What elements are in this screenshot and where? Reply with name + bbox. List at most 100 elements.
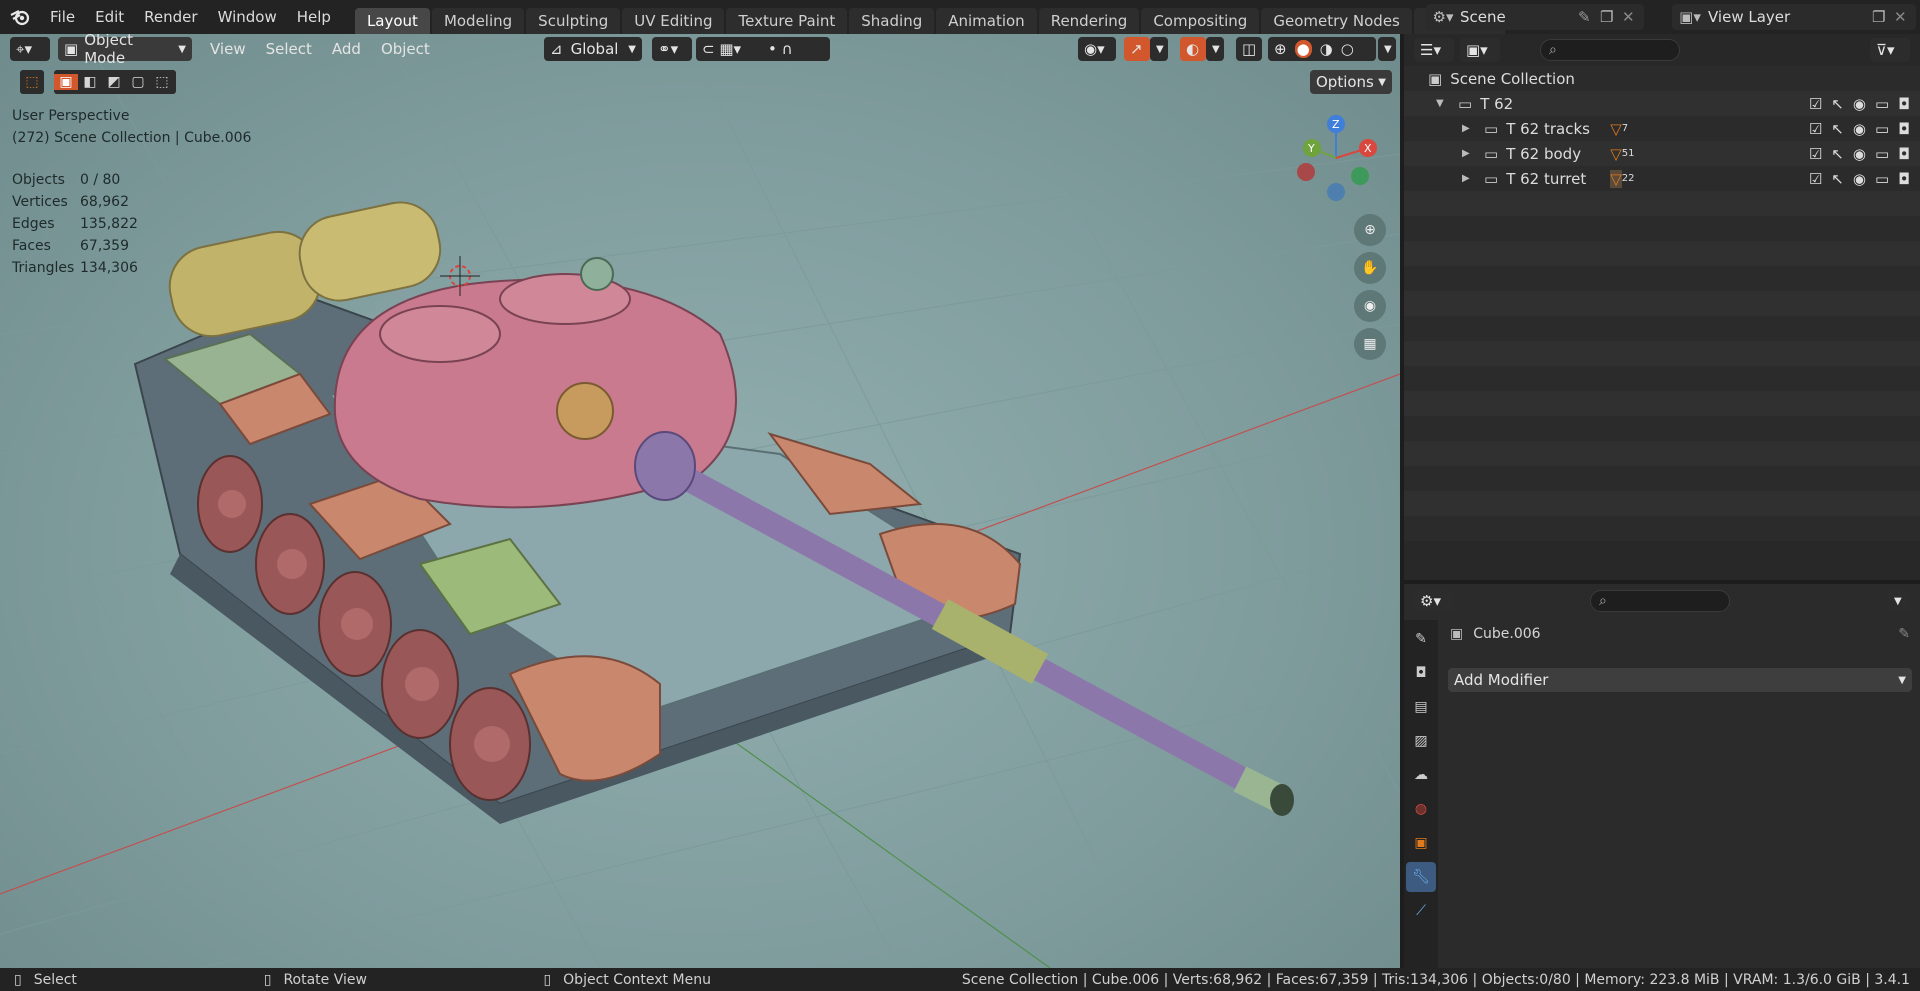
camera-icon[interactable]: ◘ bbox=[1898, 95, 1910, 113]
tab-animation[interactable]: Animation bbox=[936, 8, 1037, 34]
ortho-toggle-button[interactable]: ▦ bbox=[1354, 328, 1386, 360]
editor-type-button[interactable]: ⌖▾ bbox=[10, 37, 50, 61]
tab-compositing[interactable]: Compositing bbox=[1141, 8, 1260, 34]
camera-icon[interactable]: ◘ bbox=[1898, 120, 1910, 138]
eye-icon[interactable]: ◉ bbox=[1853, 145, 1866, 163]
tab-object[interactable]: ▣ bbox=[1406, 828, 1436, 858]
gizmo-dropdown[interactable]: ▼ bbox=[1150, 37, 1168, 61]
monitor-icon[interactable]: ▭ bbox=[1875, 145, 1889, 163]
menu-select[interactable]: Select bbox=[256, 40, 322, 58]
tab-shading[interactable]: Shading bbox=[849, 8, 935, 34]
eye-icon[interactable]: ◉ bbox=[1853, 170, 1866, 188]
tab-view-layer[interactable]: ▨ bbox=[1406, 726, 1436, 756]
menu-object[interactable]: Object bbox=[371, 40, 440, 58]
tab-tool[interactable]: ✎ bbox=[1406, 624, 1436, 654]
tab-world[interactable]: ◍ bbox=[1406, 794, 1436, 824]
expand-arrow-icon[interactable]: ▼ bbox=[1436, 98, 1450, 109]
select-toggle-icon[interactable]: ↖ bbox=[1831, 170, 1844, 188]
tab-uv-editing[interactable]: UV Editing bbox=[622, 8, 725, 34]
tree-item-collection[interactable]: ▼ ▭ T 62 ☑ ↖ ◉ ▭ ◘ bbox=[1404, 91, 1920, 116]
options-dropdown[interactable]: Options ▼ bbox=[1310, 70, 1392, 94]
tab-sculpting[interactable]: Sculpting bbox=[526, 8, 621, 34]
monitor-icon[interactable]: ▭ bbox=[1875, 120, 1889, 138]
shading-dropdown[interactable]: ▼ bbox=[1378, 37, 1396, 61]
pin-icon[interactable]: ✎ bbox=[1898, 626, 1910, 642]
checkbox-icon[interactable]: ☑ bbox=[1809, 95, 1822, 113]
wireframe-shading-icon[interactable]: ⊕ bbox=[1274, 40, 1287, 58]
close-layer-icon[interactable]: ✕ bbox=[1894, 8, 1916, 26]
menu-window[interactable]: Window bbox=[208, 0, 287, 34]
camera-icon[interactable]: ◘ bbox=[1898, 170, 1910, 188]
proportional-edit-button[interactable]: • ∩ bbox=[762, 37, 830, 61]
gizmo-toggle-button[interactable]: ↗ bbox=[1124, 37, 1150, 61]
tab-modifiers[interactable]: 🔧︎ bbox=[1406, 862, 1436, 892]
tree-item-scene-collection[interactable]: ▣ Scene Collection bbox=[1404, 66, 1920, 91]
tree-item-child[interactable]: ▶ ▭ T 62 turret ▽ 22 ☑ ↖ ◉ ▭ ◘ bbox=[1404, 166, 1920, 191]
select-extend-icon[interactable]: ◧ bbox=[78, 74, 102, 90]
select-toggle-icon[interactable]: ↖ bbox=[1831, 145, 1844, 163]
tree-item-child[interactable]: ▶ ▭ T 62 body ▽ 51 ☑ ↖ ◉ ▭ ◘ bbox=[1404, 141, 1920, 166]
outliner-search-input[interactable]: ⌕ bbox=[1540, 39, 1680, 61]
menu-render[interactable]: Render bbox=[134, 0, 207, 34]
tab-layout[interactable]: Layout bbox=[354, 8, 430, 34]
pan-button[interactable]: ✋ bbox=[1354, 252, 1386, 284]
checkbox-icon[interactable]: ☑ bbox=[1809, 145, 1822, 163]
blender-logo-icon[interactable] bbox=[0, 0, 40, 34]
select-intersect-icon[interactable]: ⬚ bbox=[150, 74, 174, 90]
select-toggle-icon[interactable]: ↖ bbox=[1831, 95, 1844, 113]
pin-icon[interactable]: ✎ bbox=[1578, 8, 1600, 26]
xray-button[interactable]: ◫ bbox=[1236, 37, 1262, 61]
pivot-point-button[interactable]: ⚭▾ bbox=[652, 37, 692, 61]
filter-button[interactable]: ⊽▾ bbox=[1870, 38, 1910, 62]
menu-add[interactable]: Add bbox=[322, 40, 371, 58]
checkbox-icon[interactable]: ☑ bbox=[1809, 170, 1822, 188]
select-toggle-icon[interactable]: ↖ bbox=[1831, 120, 1844, 138]
eye-icon[interactable]: ◉ bbox=[1853, 120, 1866, 138]
material-shading-icon[interactable]: ◑ bbox=[1320, 40, 1333, 58]
tank-model[interactable] bbox=[133, 195, 1294, 824]
3d-viewport[interactable]: ⌖▾ ▣ Object Mode ▼ View Select Add Objec… bbox=[0, 34, 1400, 968]
tab-geometry-nodes[interactable]: Geometry Nodes bbox=[1261, 8, 1412, 34]
overlay-dropdown[interactable]: ▼ bbox=[1206, 37, 1224, 61]
eye-icon[interactable]: ◉ bbox=[1853, 95, 1866, 113]
view-layer-selector[interactable]: ▣▾ View Layer ❐ ✕ bbox=[1672, 4, 1916, 30]
menu-view[interactable]: View bbox=[200, 40, 256, 58]
tab-render[interactable]: ◘ bbox=[1406, 658, 1436, 688]
transform-orientation-dropdown[interactable]: ⊿ Global ▼ bbox=[544, 37, 642, 61]
close-icon[interactable]: ✕ bbox=[1622, 8, 1644, 26]
overlay-toggle-button[interactable]: ◐ bbox=[1180, 37, 1206, 61]
new-layer-icon[interactable]: ❐ bbox=[1872, 8, 1894, 26]
scene-selector[interactable]: ⚙▾ Scene ✎ ❐ ✕ bbox=[1426, 4, 1644, 30]
menu-file[interactable]: File bbox=[40, 0, 85, 34]
tab-modeling[interactable]: Modeling bbox=[431, 8, 525, 34]
add-modifier-dropdown[interactable]: Add Modifier ▼ bbox=[1448, 668, 1912, 692]
properties-editor-type[interactable]: ⚙▾ bbox=[1414, 589, 1454, 613]
select-subtract-icon[interactable]: ◩ bbox=[102, 74, 126, 90]
tab-scene[interactable]: ☁ bbox=[1406, 760, 1436, 790]
outliner-editor-type[interactable]: ☰▾ bbox=[1414, 38, 1454, 62]
navigation-gizmo[interactable]: Z X Y bbox=[1290, 112, 1390, 212]
camera-view-button[interactable]: ◉ bbox=[1354, 290, 1386, 322]
select-invert-icon[interactable]: ▢ bbox=[126, 74, 150, 90]
tab-rendering[interactable]: Rendering bbox=[1038, 8, 1140, 34]
tab-output[interactable]: ▤ bbox=[1406, 692, 1436, 722]
monitor-icon[interactable]: ▭ bbox=[1875, 95, 1889, 113]
new-scene-icon[interactable]: ❐ bbox=[1600, 8, 1622, 26]
expand-arrow-icon[interactable]: ▶ bbox=[1462, 123, 1476, 134]
checkbox-icon[interactable]: ☑ bbox=[1809, 120, 1822, 138]
monitor-icon[interactable]: ▭ bbox=[1875, 170, 1889, 188]
menu-edit[interactable]: Edit bbox=[85, 0, 134, 34]
select-tool-button[interactable]: ⬚ bbox=[20, 70, 44, 94]
mode-dropdown[interactable]: ▣ Object Mode ▼ bbox=[58, 34, 192, 67]
rendered-shading-icon[interactable]: ○ bbox=[1341, 40, 1354, 58]
properties-options-button[interactable]: ▼ bbox=[1888, 589, 1910, 613]
menu-help[interactable]: Help bbox=[287, 0, 341, 34]
tab-texture-paint[interactable]: Texture Paint bbox=[726, 8, 848, 34]
tab-particles[interactable]: ⟋ bbox=[1406, 896, 1436, 926]
properties-search-input[interactable]: ⌕ bbox=[1590, 590, 1730, 612]
visibility-button[interactable]: ◉▾ bbox=[1078, 37, 1116, 61]
select-new-icon[interactable]: ▣ bbox=[54, 74, 78, 90]
display-mode-button[interactable]: ▣▾ bbox=[1460, 38, 1500, 62]
shading-modes[interactable]: ⊕ ● ◑ ○ bbox=[1268, 37, 1376, 61]
solid-shading-icon[interactable]: ● bbox=[1294, 40, 1312, 58]
